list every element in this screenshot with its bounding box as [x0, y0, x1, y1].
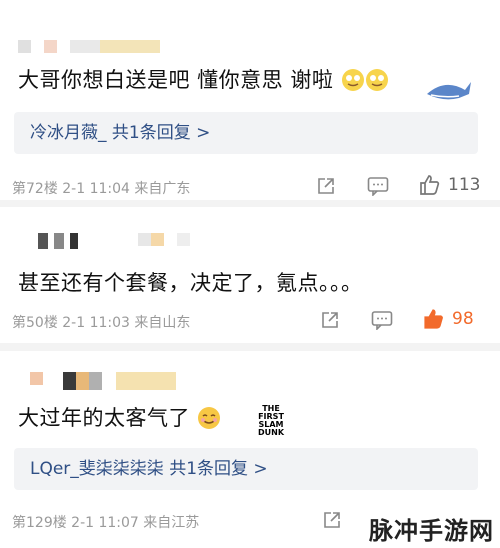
share-button[interactable]	[316, 176, 336, 196]
like-button[interactable]: 113	[418, 173, 480, 197]
site-watermark: 脉冲手游网	[369, 517, 494, 545]
share-icon	[322, 510, 342, 530]
like-count: 113	[448, 175, 481, 195]
comment-text: 甚至还有个套餐，决定了，氪点。。。	[18, 271, 363, 295]
comment-icon	[367, 176, 389, 196]
like-icon	[418, 173, 442, 197]
comment-button[interactable]	[371, 310, 393, 330]
like-count: 98	[452, 309, 474, 329]
comment-text: 大哥你想白送是吧 懂你意思 谢啦	[18, 64, 389, 94]
share-icon	[316, 176, 336, 196]
comment-icon	[371, 310, 393, 330]
emoji-icon	[365, 68, 389, 92]
comment-text: 大过年的太客气了	[18, 402, 221, 432]
whale-icon	[425, 74, 473, 108]
reply-link[interactable]: LQer_斐柒柒柒柒 共1条回复 >	[14, 448, 478, 490]
comment-button[interactable]	[367, 176, 389, 196]
share-button[interactable]	[320, 310, 340, 330]
reply-link[interactable]: 冷冰月薇_ 共1条回复 >	[14, 112, 478, 154]
emoji-icon	[197, 406, 221, 430]
divider	[0, 343, 500, 351]
comment-72: 大哥你想白送是吧 懂你意思 谢啦 冷冰月薇_ 共1条回复 > 第72楼 2-1 …	[0, 0, 500, 205]
share-icon	[320, 310, 340, 330]
like-icon	[422, 307, 446, 331]
comment-50: 甚至还有个套餐，决定了，氪点。。。 第50楼 2-1 11:03 来自山东 98	[0, 207, 500, 342]
like-button[interactable]: 98	[422, 307, 474, 331]
share-button[interactable]	[322, 510, 342, 530]
username-mosaic	[18, 40, 160, 53]
username-mosaic	[38, 233, 190, 249]
comment-meta: 第50楼 2-1 11:03 来自山东	[12, 315, 191, 331]
comment-meta: 第129楼 2-1 11:07 来自江苏	[12, 515, 200, 531]
emoji-icon	[341, 68, 365, 92]
comment-meta: 第72楼 2-1 11:04 来自广东	[12, 181, 191, 197]
slam-dunk-sticker: THE FIRST SLAM DUNK	[257, 404, 285, 437]
username-mosaic	[30, 372, 176, 390]
